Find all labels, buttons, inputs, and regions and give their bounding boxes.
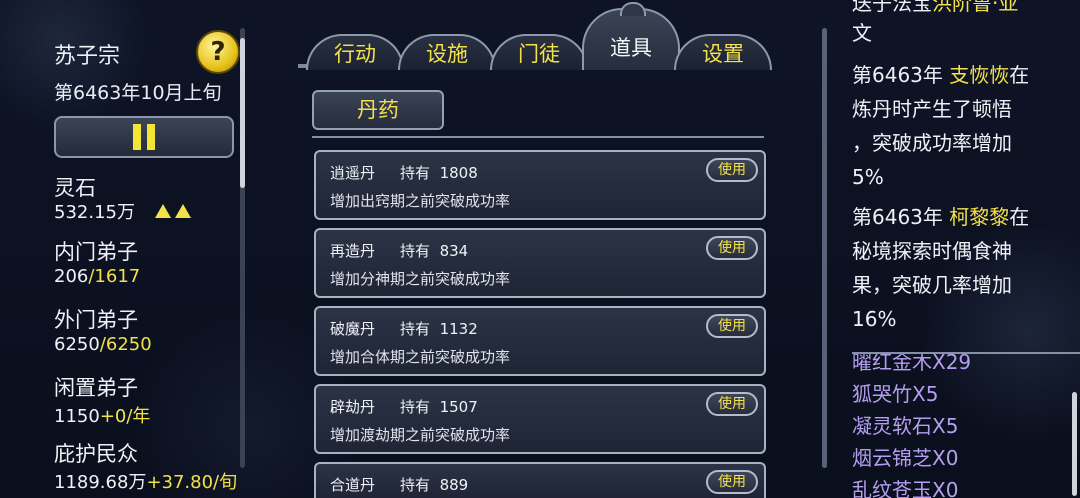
item-name: 破魔丹: [330, 320, 376, 338]
item-count: 持有 1808: [400, 164, 478, 182]
use-button[interactable]: 使用: [706, 236, 758, 260]
right-scrollbar[interactable]: [822, 28, 827, 468]
material-item: 凝灵软石X5: [852, 414, 959, 438]
right-scroll-thumb[interactable]: [822, 28, 827, 468]
item-description: 增加渡劫期之前突破成功率: [330, 426, 511, 444]
pause-button[interactable]: [54, 116, 234, 158]
item-name: 逍遥丹: [330, 164, 376, 182]
item-description: 增加合体期之前突破成功率: [330, 348, 511, 366]
protected-people-value: 1189.68万+37.80/旬: [54, 472, 238, 493]
idle-disciples-label: 闲置弟子: [54, 376, 138, 400]
item-count: 持有 834: [400, 242, 469, 260]
category-pills-button[interactable]: 丹药: [312, 90, 444, 130]
material-item: 狐哭竹X5: [852, 382, 939, 406]
item-card: 逍遥丹 持有 1808 增加出窍期之前突破成功率 使用: [314, 150, 766, 220]
use-button[interactable]: 使用: [706, 392, 758, 416]
inner-disciples-label: 内门弟子: [54, 240, 138, 264]
item-description: 增加分神期之前突破成功率: [330, 270, 511, 288]
tab-items[interactable]: 道具: [582, 2, 680, 70]
left-scrollbar[interactable]: [240, 28, 245, 468]
item-count: 持有 1132: [400, 320, 478, 338]
category-divider: [312, 136, 764, 138]
material-item: 烟云锦芝X0: [852, 446, 959, 470]
item-name: 再造丹: [330, 242, 376, 260]
item-count: 持有 1507: [400, 398, 478, 416]
outer-disciples-value: 6250/6250: [54, 334, 152, 355]
materials-scrollbar[interactable]: [1072, 392, 1077, 496]
item-name: 辟劫丹: [330, 398, 376, 416]
log-divider: [852, 352, 1080, 354]
material-item: 曜红金木X29: [852, 350, 972, 374]
trend-up-icon: [151, 202, 191, 223]
event-log-panel: 送子法宝洪阶鲁·亚 文 第6463年 支恢恢在 炼丹时产生了顿悟 ，突破成功率增…: [840, 0, 1080, 498]
inner-disciples-value: 206/1617: [54, 266, 141, 287]
pause-icon: [130, 124, 158, 150]
left-scroll-thumb[interactable]: [240, 38, 245, 188]
idle-disciples-value: 1150+0/年: [54, 406, 151, 427]
game-date: 第6463年10月上旬: [54, 82, 222, 104]
material-item: 乱纹苍玉X0: [852, 478, 959, 498]
item-card: 破魔丹 持有 1132 增加合体期之前突破成功率 使用: [314, 306, 766, 376]
use-button[interactable]: 使用: [706, 314, 758, 338]
log-partial-entry-end: 文: [852, 21, 872, 45]
item-description: 增加出窍期之前突破成功率: [330, 192, 511, 210]
sect-status-panel: 苏子宗 ? 第6463年10月上旬 灵石 532.15万 内门弟子 206/16…: [0, 0, 250, 498]
help-button[interactable]: ?: [196, 30, 240, 74]
sect-name: 苏子宗: [54, 44, 121, 69]
log-partial-entry: 送子法宝洪阶鲁·亚: [852, 0, 1019, 15]
item-card: 辟劫丹 持有 1507 增加渡劫期之前突破成功率 使用: [314, 384, 766, 454]
log-entry: 第6463年 支恢恢在 炼丹时产生了顿悟 ，突破成功率增加 5%: [852, 63, 1030, 189]
spirit-stone-value: 532.15万: [54, 198, 191, 224]
item-name: 合道丹: [330, 476, 376, 494]
log-entry: 第6463年 柯黎黎在 秘境探索时偶食神 果，突破几率增加 16%: [852, 205, 1030, 331]
item-card: 再造丹 持有 834 增加分神期之前突破成功率 使用: [314, 228, 766, 298]
use-button[interactable]: 使用: [706, 470, 758, 494]
item-card: 合道丹 持有 889 使用: [314, 462, 766, 498]
protected-people-label: 庇护民众: [54, 442, 138, 466]
question-icon: ?: [210, 37, 226, 67]
outer-disciples-label: 外门弟子: [54, 308, 138, 332]
use-button[interactable]: 使用: [706, 158, 758, 182]
item-count: 持有 889: [400, 476, 469, 494]
